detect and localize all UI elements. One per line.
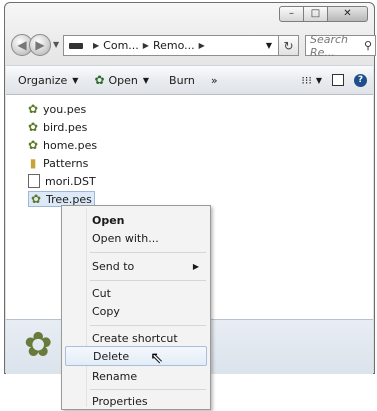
menu-item-label: Delete [93,349,130,363]
organize-label: Organize [18,73,68,87]
menu-item-open[interactable]: Open [65,210,207,230]
close-button[interactable]: ✕ [328,6,368,22]
menu-separator [90,325,206,326]
menu-item-cut[interactable]: Cut [65,283,207,303]
breadcrumb-separator-icon[interactable]: ▶ [93,41,99,50]
menu-item-label: Copy [92,304,120,318]
mouse-cursor-icon: ⇖ [150,348,164,367]
flower-icon: ✿ [27,102,39,116]
breadcrumb-computer[interactable]: Com... [103,39,139,52]
menu-item-delete[interactable]: Delete [65,346,207,366]
refresh-button[interactable]: ↻ [279,35,299,56]
help-icon[interactable]: ? [354,73,367,87]
navigation-row: ◀ ▶ ▼ ▶ Com... ▶ Remo... ▶ ▼ ↻ Search Re… [11,33,376,59]
views-dropdown-icon[interactable]: ▼ [316,76,322,85]
views-icon[interactable]: ⁝⁝⁝ [301,74,312,87]
menu-item-rename[interactable]: Rename [65,366,207,386]
flower-icon: ✿ [94,73,105,87]
file-name: mori.DST [45,174,96,188]
list-item[interactable]: ✿ you.pes [26,101,88,117]
document-icon [28,174,40,188]
more-label: » [210,73,218,87]
context-menu: Open Open with... Send to ▶ Cut Copy Cre… [61,205,211,410]
search-input[interactable]: Search Re... ⚲ [305,32,376,59]
forward-arrow-icon: ▶ [35,38,45,52]
menu-item-copy[interactable]: Copy [65,301,207,321]
menu-separator [90,280,206,281]
drive-icon [69,42,83,49]
submenu-arrow-icon: ▶ [192,261,199,271]
open-button[interactable]: ✿ Open ▼ [94,73,149,87]
back-arrow-icon: ◀ [17,38,27,52]
file-name: home.pes [43,138,98,152]
menu-item-label: Create shortcut [92,331,178,345]
preview-pane-icon[interactable] [332,74,344,86]
menu-item-properties[interactable]: Properties [65,391,207,411]
list-item[interactable]: ▮ Patterns [26,155,90,171]
open-dropdown-icon: ▼ [142,75,150,85]
caption-buttons: – □ ✕ [279,6,368,22]
maximize-button[interactable]: □ [304,6,328,22]
list-item[interactable]: ✿ home.pes [26,137,99,153]
file-name: Patterns [43,156,89,170]
folder-icon: ▮ [29,156,37,170]
menu-item-label: Rename [92,369,138,383]
search-icon[interactable]: ⚲ [364,39,372,52]
burn-button[interactable]: Burn [169,74,195,87]
menu-item-create-shortcut[interactable]: Create shortcut [65,328,207,348]
menu-item-send-to[interactable]: Send to ▶ [65,256,207,276]
breadcrumb-separator-icon[interactable]: ▶ [143,41,149,50]
menu-item-open-with[interactable]: Open with... [65,228,207,248]
file-name: Tree.pes [46,192,92,206]
open-label: Open [108,73,138,87]
command-bar: Organize ▼ ✿ Open ▼ Burn » ⁝⁝⁝ ▼ ? [6,65,373,95]
refresh-icon: ↻ [283,38,294,53]
file-name: bird.pes [43,120,88,134]
menu-item-label: Open with... [92,231,159,245]
breadcrumb-separator-icon[interactable]: ▶ [199,41,205,50]
recent-pages-dropdown[interactable]: ▼ [53,40,59,49]
breadcrumb-removable-disk[interactable]: Remo... [153,39,195,52]
menu-item-label: Properties [92,394,148,408]
address-dropdown-icon[interactable]: ▼ [266,41,272,50]
toolbar-right: ⁝⁝⁝ ▼ ? [291,73,367,87]
flower-icon: ✿ [30,192,42,206]
menu-item-label: Cut [92,286,111,300]
flower-icon: ✿ [27,138,39,152]
menu-item-label: Open [92,213,125,227]
flower-icon: ✿ [27,120,39,134]
list-item[interactable]: ✿ bird.pes [26,119,89,135]
more-commands-button[interactable]: » [211,74,218,87]
organize-dropdown-icon: ▼ [72,75,79,85]
burn-label: Burn [169,73,195,87]
menu-item-label: Send to [92,259,135,273]
address-bar[interactable]: ▶ Com... ▶ Remo... ▶ ▼ [63,35,279,56]
menu-separator [90,252,206,253]
flower-icon: ✿ [24,325,53,365]
file-name: you.pes [43,102,87,116]
list-item[interactable]: mori.DST [26,173,98,189]
forward-button[interactable]: ▶ [29,34,51,56]
search-placeholder: Search Re... [310,32,349,59]
menu-separator [90,389,206,390]
organize-button[interactable]: Organize ▼ [18,74,78,87]
minimize-button[interactable]: – [279,6,304,22]
